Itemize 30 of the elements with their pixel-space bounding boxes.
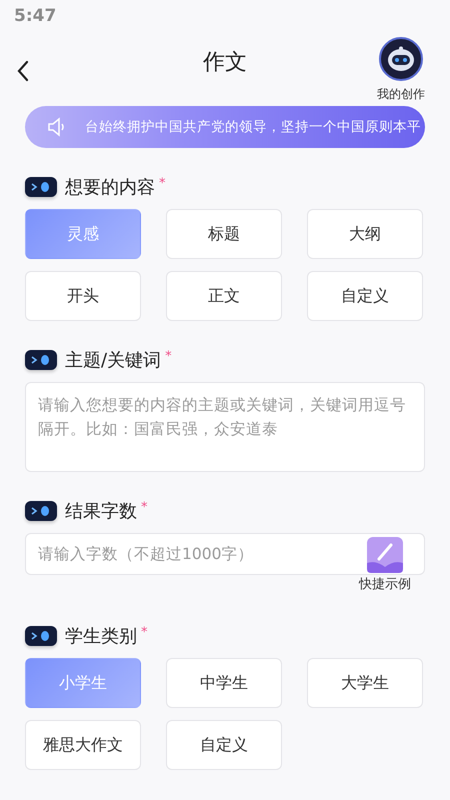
section-icon [25,501,57,521]
section-title: 主题/关键词 [65,348,162,372]
option-button[interactable]: 大学生 [307,658,423,708]
required-mark: * [165,348,172,366]
back-icon[interactable] [16,58,30,82]
option-button[interactable]: 开头 [25,271,141,321]
option-button[interactable]: 标题 [166,209,282,259]
status-time: 5:47 [14,5,56,28]
section-title: 学生类别 [65,624,137,648]
option-button[interactable]: 自定义 [166,720,282,770]
robot-avatar-icon[interactable] [379,37,423,81]
quick-example-label[interactable]: 快捷示例 [359,575,411,594]
section-icon [25,177,57,197]
section-icon [25,350,57,370]
my-works-link[interactable]: 我的创作 [377,85,425,103]
required-mark: * [159,174,166,192]
option-button[interactable]: 自定义 [307,271,423,321]
option-button[interactable]: 大纲 [307,209,423,259]
option-button[interactable]: 中学生 [166,658,282,708]
section-title: 结果字数 [65,500,137,524]
page-title: 作文 [203,49,247,77]
keyword-field[interactable]: 请输入您想要的内容的主题或关键词，关键词用逗号隔开。比如：国富民强，众安道泰 [25,382,425,472]
option-button[interactable]: 正文 [166,271,282,321]
word-count-field[interactable]: 请输入字数（不超过1000字） [25,533,425,575]
required-mark: * [141,498,148,516]
section-icon [25,626,57,646]
section-title: 想要的内容 [65,176,155,200]
required-mark: * [141,624,148,642]
notice-text: 台始终拥护中国共产党的领导，坚持一个中国原则本平 [85,118,421,137]
option-button[interactable]: 雅思大作文 [25,720,141,770]
